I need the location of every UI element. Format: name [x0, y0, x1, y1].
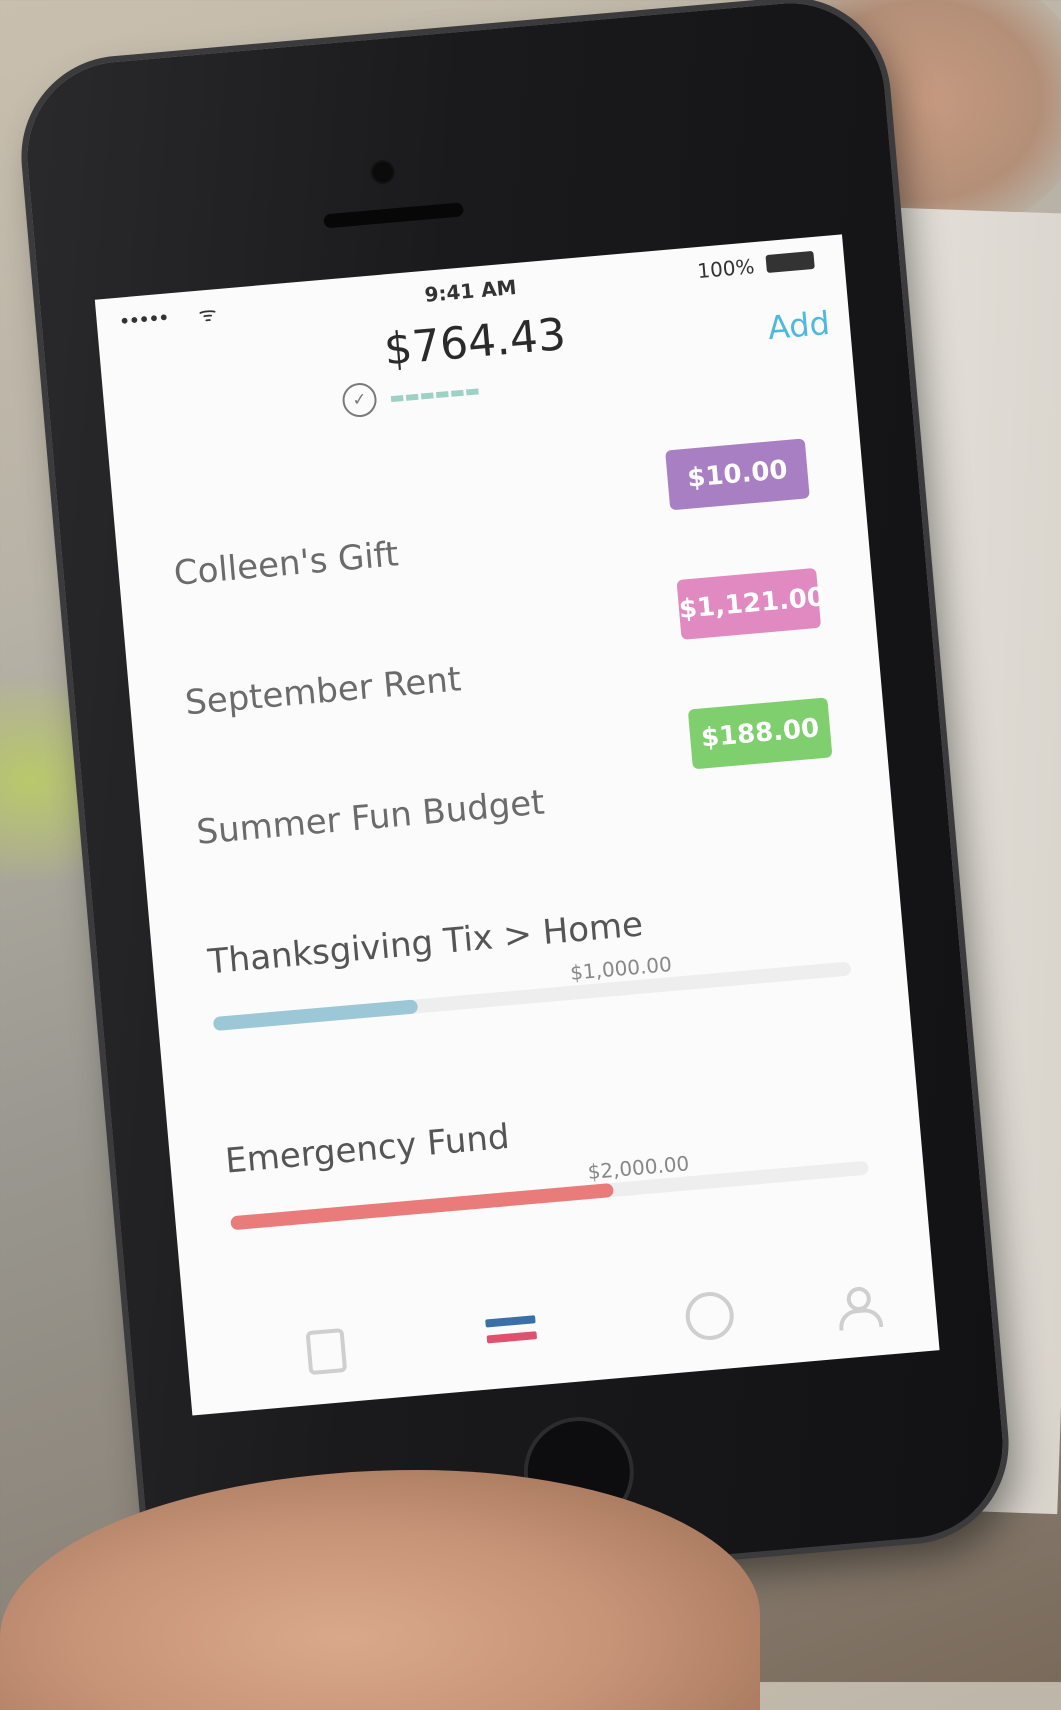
- document-icon[interactable]: [305, 1327, 348, 1376]
- chat-icon[interactable]: [683, 1289, 736, 1342]
- envelope-amount-badge[interactable]: $1,121.00: [676, 567, 826, 640]
- check-circle-icon[interactable]: ✓: [341, 381, 378, 419]
- hand: [0, 1470, 760, 1710]
- battery-percentage: 100%: [696, 254, 756, 284]
- phone-body: ••••• ᯤ 9:41 AM 100% $764.43 ✓ ▬▬▬▬▬▬ Ad…: [19, 0, 1011, 1605]
- front-camera: [368, 158, 397, 187]
- envelope-name: September Rent: [183, 659, 463, 724]
- earpiece-speaker: [323, 202, 464, 229]
- app-screen: ••••• ᯤ 9:41 AM 100% $764.43 ✓ ▬▬▬▬▬▬ Ad…: [94, 234, 940, 1416]
- goal-item[interactable]: Thanksgiving Tix > Home $1,000.00: [206, 887, 852, 1032]
- envelope-name: Colleen's Gift: [172, 534, 401, 594]
- add-button[interactable]: Add: [766, 304, 831, 347]
- goal-name: Emergency Fund: [223, 1116, 512, 1182]
- envelope-amount-badge[interactable]: $10.00: [665, 438, 810, 511]
- balance-caption: ▬▬▬▬▬▬: [388, 380, 481, 408]
- phone: ••••• ᯤ 9:41 AM 100% $764.43 ✓ ▬▬▬▬▬▬ Ad…: [19, 0, 1011, 1605]
- envelope-name: Summer Fun Budget: [194, 782, 547, 853]
- goal-progress-fill: [212, 999, 419, 1032]
- person-icon[interactable]: [834, 1285, 887, 1331]
- tab-bar: [182, 1231, 940, 1416]
- envelopes-icon[interactable]: [485, 1315, 538, 1359]
- goal-progress-fill: [230, 1182, 614, 1231]
- goal-item[interactable]: Emergency Fund $2,000.00: [224, 1086, 869, 1231]
- envelope-amount-badge[interactable]: $188.00: [687, 697, 833, 770]
- list-item[interactable]: Colleen's Gift $10.00: [167, 437, 824, 594]
